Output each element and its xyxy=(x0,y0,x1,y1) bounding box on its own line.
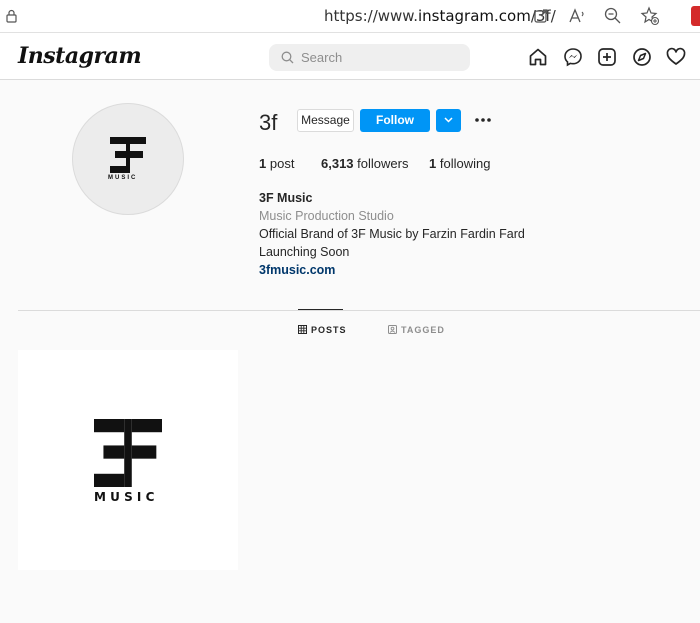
more-options-icon[interactable] xyxy=(473,113,493,127)
tab-posts-label: POSTS xyxy=(311,325,347,335)
posts-stat: 1 post xyxy=(259,156,294,171)
bio-line-2: Launching Soon xyxy=(259,245,350,259)
posts-count: 1 xyxy=(259,156,267,171)
following-label: following xyxy=(439,156,491,171)
tab-tagged-label: TAGGED xyxy=(401,325,445,335)
bio-category: Music Production Studio xyxy=(259,209,394,223)
follow-button[interactable]: Follow xyxy=(360,109,430,132)
following-count: 1 xyxy=(429,156,437,171)
lock-icon[interactable] xyxy=(6,9,17,23)
zoom-out-icon[interactable] xyxy=(603,6,623,26)
brand-logo-icon xyxy=(110,137,146,173)
open-in-app-icon[interactable] xyxy=(531,6,551,26)
bio-website-link[interactable]: 3fmusic.com xyxy=(259,261,525,279)
bio-line-1: Official Brand of 3F Music by Farzin Far… xyxy=(259,227,525,241)
following-stat[interactable]: 1 following xyxy=(429,156,490,171)
followers-label: followers xyxy=(357,156,409,171)
browser-toolbar: https://www.instagram.com/3f/ xyxy=(0,0,700,33)
extension-icon[interactable] xyxy=(691,6,700,26)
url-host: instagram.com xyxy=(417,7,531,25)
activity-heart-icon[interactable] xyxy=(666,47,686,67)
post-logo-text: MUSIC xyxy=(94,490,159,504)
new-post-icon[interactable] xyxy=(597,47,617,67)
tab-divider xyxy=(18,310,700,311)
chevron-down-icon xyxy=(444,117,453,123)
followers-stat[interactable]: 6,313 followers xyxy=(321,156,408,171)
message-button[interactable]: Message xyxy=(297,109,354,132)
tagged-user-icon xyxy=(388,325,397,334)
instagram-logo[interactable]: Instagram xyxy=(18,43,142,69)
search-input[interactable] xyxy=(301,44,461,71)
profile-username: 3f xyxy=(259,110,278,135)
ig-header: Instagram xyxy=(0,33,700,80)
post-thumbnail[interactable]: MUSIC xyxy=(18,350,238,570)
grid-icon xyxy=(298,325,307,334)
profile-bio: 3F Music Music Production Studio Officia… xyxy=(259,189,525,279)
posts-label: post xyxy=(269,156,295,171)
post-brand-logo-icon xyxy=(94,419,162,487)
avatar-logo-text: MUSIC xyxy=(108,175,138,181)
search-icon xyxy=(281,51,294,64)
bio-name: 3F Music xyxy=(259,191,313,205)
home-icon[interactable] xyxy=(528,47,548,67)
tab-active-indicator xyxy=(298,309,343,310)
followers-count: 6,313 xyxy=(321,156,354,171)
read-aloud-icon[interactable] xyxy=(567,6,587,26)
suggested-accounts-button[interactable] xyxy=(436,109,461,132)
address-bar[interactable]: https://www.instagram.com/3f/ xyxy=(324,7,556,25)
search-box[interactable] xyxy=(269,44,470,71)
favorites-add-icon[interactable] xyxy=(640,6,660,26)
messenger-icon[interactable] xyxy=(563,47,583,67)
tab-tagged[interactable]: TAGGED xyxy=(388,325,445,335)
profile-avatar[interactable]: MUSIC xyxy=(72,103,184,215)
explore-icon[interactable] xyxy=(632,47,652,67)
url-prefix: https://www. xyxy=(324,7,418,25)
tab-posts[interactable]: POSTS xyxy=(298,325,347,335)
